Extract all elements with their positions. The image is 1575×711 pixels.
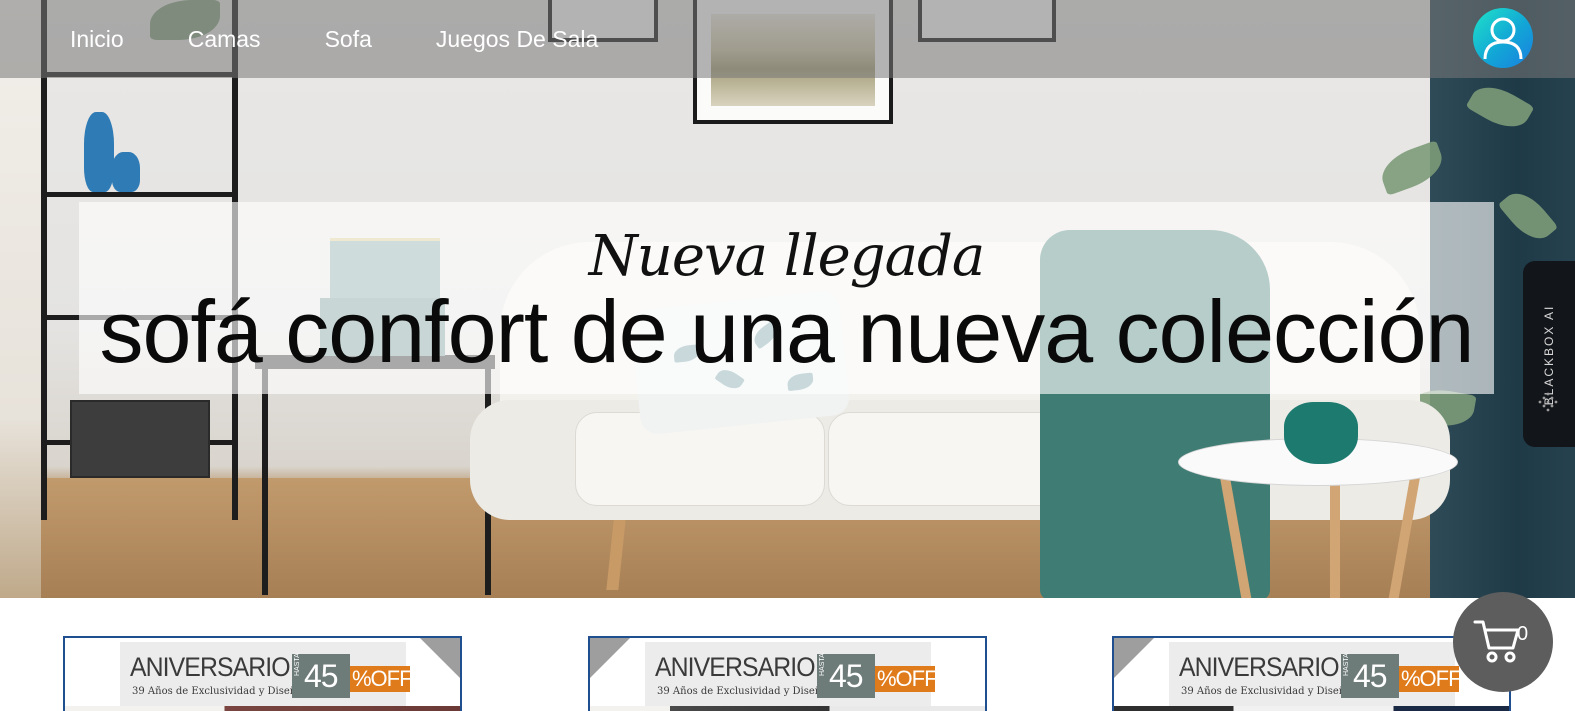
promo-card-title: ANIVERSARIO bbox=[655, 652, 816, 682]
cart-icon bbox=[1473, 620, 1520, 663]
user-account-button[interactable] bbox=[1473, 8, 1533, 68]
green-glass-vase bbox=[1284, 402, 1358, 464]
promo-percent-badge: HASTA 45 bbox=[817, 653, 875, 698]
card-corner bbox=[1114, 638, 1154, 678]
promo-card-subtitle: 39 Años de Exclusividad y Diseño bbox=[132, 686, 303, 697]
promo-card-subtitle: 39 Años de Exclusividad y Diseño bbox=[1181, 686, 1352, 697]
blackbox-logo-icon bbox=[1538, 392, 1558, 412]
promo-hasta: HASTA bbox=[1343, 653, 1350, 676]
promo-off-badge: %OFF bbox=[1399, 666, 1462, 692]
promo-card-2[interactable]: ANIVERSARIO 39 Años de Exclusividad y Di… bbox=[588, 636, 987, 711]
shelf-board bbox=[41, 192, 238, 197]
promo-card-banner: ANIVERSARIO 39 Años de Exclusividad y Di… bbox=[645, 642, 938, 706]
nav-link-inicio[interactable]: Inicio bbox=[70, 24, 124, 54]
user-icon bbox=[1483, 17, 1523, 60]
promo-card-title: ANIVERSARIO bbox=[1179, 652, 1340, 682]
promo-percent-badge: HASTA 45 bbox=[292, 653, 350, 698]
hero-main-heading: sofá confort de una nueva colección bbox=[99, 282, 1475, 381]
promo-percent: 45 bbox=[829, 658, 864, 694]
promo-percent: 45 bbox=[1353, 658, 1388, 694]
cart-count: 0 bbox=[1517, 623, 1529, 645]
promo-percent-badge: HASTA 45 bbox=[1341, 653, 1399, 698]
nav-link-juegos-de-sala[interactable]: Juegos De Sala bbox=[436, 24, 598, 54]
blue-bowl bbox=[112, 152, 140, 192]
hero-left-edge bbox=[0, 0, 41, 598]
hero-headline-band: Nueva llegada sofá confort de una nueva … bbox=[79, 202, 1494, 394]
card-corner bbox=[590, 638, 630, 678]
promo-percent: 45 bbox=[304, 658, 339, 694]
promo-card-image bbox=[590, 706, 985, 711]
promo-off-badge: %OFF bbox=[875, 666, 938, 692]
table-leg bbox=[1330, 470, 1340, 598]
promo-hasta: HASTA bbox=[294, 653, 301, 676]
promo-card-title: ANIVERSARIO bbox=[130, 652, 291, 682]
promo-cards: ANIVERSARIO 39 Años de Exclusividad y Di… bbox=[0, 598, 1575, 711]
hero-script-heading: Nueva llegada bbox=[588, 224, 985, 289]
top-navbar: Inicio Camas Sofa Juegos De Sala bbox=[0, 0, 1575, 78]
sofa-cushion bbox=[828, 412, 1068, 506]
wire-basket bbox=[70, 400, 210, 478]
promo-card-1[interactable]: ANIVERSARIO 39 Años de Exclusividad y Di… bbox=[63, 636, 462, 711]
blackbox-side-tab[interactable]: BLACKBOX AI bbox=[1523, 261, 1575, 447]
promo-card-image bbox=[1114, 706, 1509, 711]
nav-link-camas[interactable]: Camas bbox=[188, 24, 261, 54]
cart-button[interactable] bbox=[1453, 592, 1553, 692]
blue-vase bbox=[84, 112, 114, 192]
card-corner bbox=[420, 638, 460, 678]
nav-link-sofa[interactable]: Sofa bbox=[325, 24, 372, 54]
promo-hasta: HASTA bbox=[819, 653, 826, 676]
promo-card-3[interactable]: ANIVERSARIO 39 Años de Exclusividad y Di… bbox=[1112, 636, 1511, 711]
promo-card-banner: ANIVERSARIO 39 Años de Exclusividad y Di… bbox=[120, 642, 413, 706]
promo-card-subtitle: 39 Años de Exclusividad y Diseño bbox=[657, 686, 828, 697]
promo-off-badge: %OFF bbox=[350, 666, 413, 692]
promo-card-banner: ANIVERSARIO 39 Años de Exclusividad y Di… bbox=[1169, 642, 1462, 706]
nav-links: Inicio Camas Sofa Juegos De Sala bbox=[70, 24, 662, 54]
promo-card-image bbox=[65, 706, 460, 711]
